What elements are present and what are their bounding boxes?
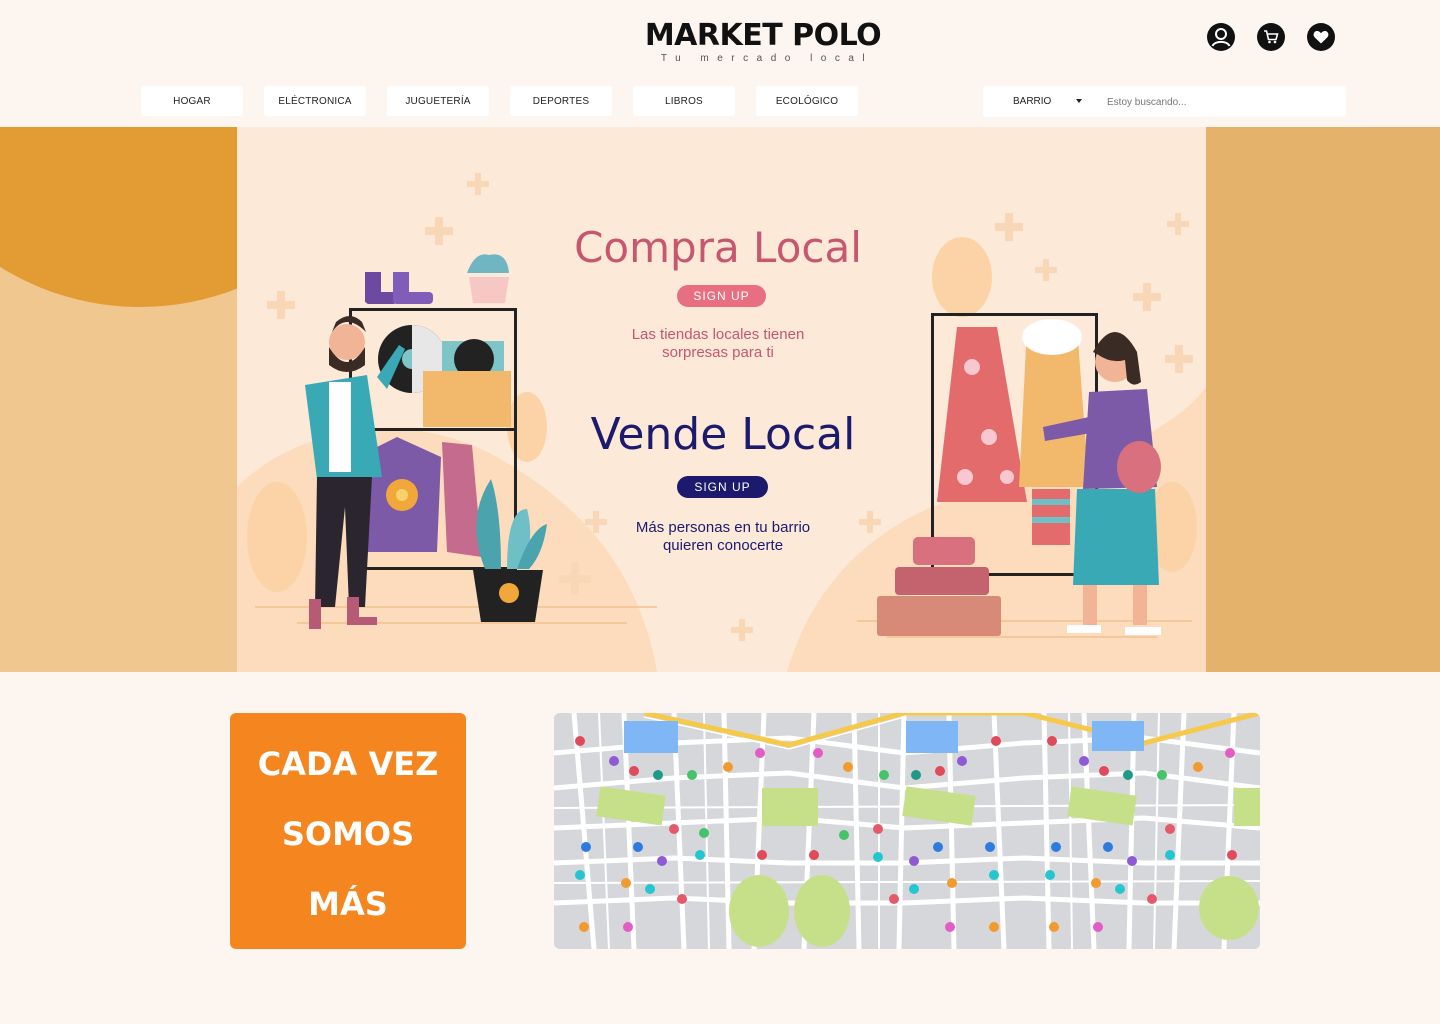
nav-item-electronica[interactable]: ELÉCTRONICA xyxy=(264,86,366,116)
promo-card: CADA VEZ SOMOS MÁS xyxy=(230,713,466,949)
sell-local-title: Vende Local xyxy=(590,409,856,460)
hero-right-panel xyxy=(1206,127,1440,672)
cart-icon xyxy=(1264,30,1279,44)
sell-signup-button[interactable]: SIGN UP xyxy=(677,476,768,498)
sell-local-description: Más personas en tu barrio quieren conoce… xyxy=(573,519,873,555)
sell-local-text-line: quieren conocerte xyxy=(662,537,784,554)
heart-icon xyxy=(1313,30,1329,44)
neighborhood-map[interactable] xyxy=(554,713,1260,949)
hero-illustration xyxy=(237,173,1206,672)
promo-line: CADA VEZ xyxy=(257,745,439,783)
nav-item-jugueteria[interactable]: JUGUETERÍA xyxy=(387,86,489,116)
favorites-button[interactable] xyxy=(1307,23,1335,51)
nav-item-ecologico[interactable]: ECOLÓGICO xyxy=(756,86,858,116)
promo-line: SOMOS xyxy=(281,815,415,853)
chevron-down-icon[interactable] xyxy=(1076,99,1082,103)
user-icon xyxy=(1208,24,1234,50)
user-button[interactable] xyxy=(1207,23,1235,51)
barrio-dropdown[interactable]: BARRIO xyxy=(1013,86,1051,117)
hero-banner: Compra Local SIGN UP Las tiendas locales… xyxy=(237,127,1206,672)
logo[interactable]: MARKET POLO Tu mercado local xyxy=(620,18,906,64)
buy-signup-button[interactable]: SIGN UP xyxy=(677,285,766,307)
buy-local-text-line: sorpresas para ti xyxy=(662,344,774,361)
cart-button[interactable] xyxy=(1257,23,1285,51)
buy-local-title: Compra Local xyxy=(574,223,862,272)
nav-item-deportes[interactable]: DEPORTES xyxy=(510,86,612,116)
decorative-blob xyxy=(0,127,237,307)
buy-local-text-line: Las tiendas locales tienen xyxy=(631,326,805,343)
logo-title: MARKET POLO xyxy=(644,18,882,53)
nav-item-libros[interactable]: LIBROS xyxy=(633,86,735,116)
search-bar: BARRIO xyxy=(983,86,1346,117)
map-graphic xyxy=(554,713,1260,949)
logo-subtitle: Tu mercado local xyxy=(660,53,874,64)
hero-left-panel xyxy=(0,127,237,672)
nav-item-hogar[interactable]: HOGAR xyxy=(141,86,243,116)
buy-local-description: Las tiendas locales tienen sorpresas par… xyxy=(568,326,868,362)
sell-local-text-line: Más personas en tu barrio xyxy=(635,519,811,536)
search-input[interactable] xyxy=(1107,92,1337,112)
promo-line: MÁS xyxy=(308,885,388,923)
